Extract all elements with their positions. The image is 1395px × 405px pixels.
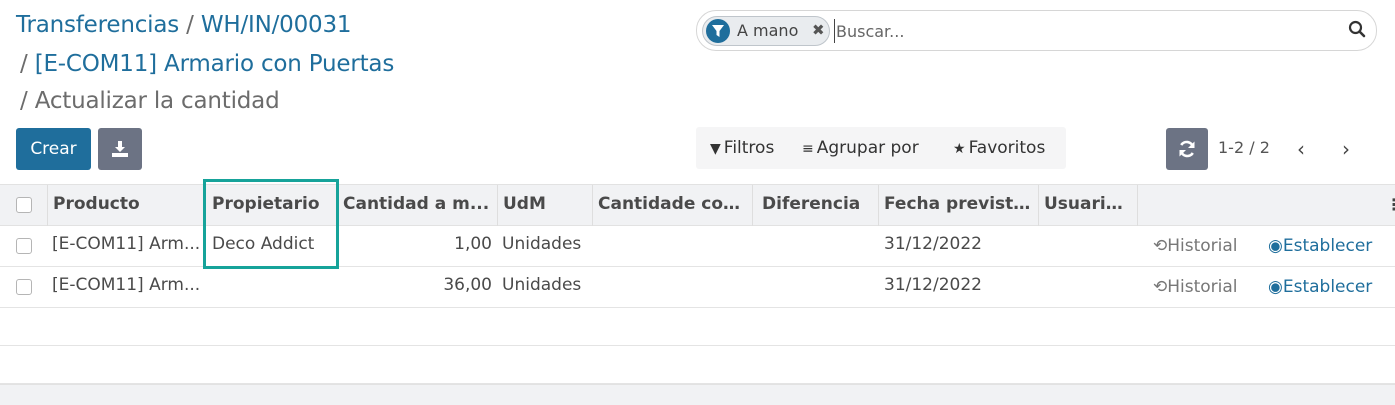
filter-icon [706, 19, 730, 43]
cell-date[interactable]: 31/12/2022 [884, 275, 982, 295]
cell-product[interactable]: [E-COM11] Arm... [52, 275, 200, 295]
history-icon: ⟲ [1153, 277, 1168, 297]
favorites-label: Favoritos [968, 138, 1046, 158]
filter-icon: ▼ [710, 141, 721, 157]
download-icon [112, 141, 128, 157]
history-button[interactable]: ⟲Historial [1153, 277, 1238, 297]
column-header-user[interactable]: Usuario... [1044, 194, 1132, 214]
set-label: Establecer [1282, 236, 1373, 256]
column-header-quantity[interactable]: Cantidad a m... [343, 194, 493, 214]
breadcrumb-transfer-ref[interactable]: WH/IN/00031 [201, 12, 352, 38]
breadcrumb-separator: / [20, 51, 28, 77]
target-icon: ◉ [1268, 277, 1283, 297]
breadcrumb-product[interactable]: [E-COM11] Armario con Puertas [35, 51, 395, 77]
history-icon: ⟲ [1153, 236, 1168, 256]
select-all-checkbox[interactable] [16, 197, 32, 213]
set-button[interactable]: ◉Establecer [1268, 236, 1372, 256]
column-separator [592, 185, 593, 226]
cell-uom[interactable]: Unidades [502, 275, 581, 295]
history-label: Historial [1167, 236, 1238, 256]
target-icon: ◉ [1268, 236, 1283, 256]
page-title: Actualizar la cantidad [34, 88, 280, 114]
cell-uom[interactable]: Unidades [502, 234, 581, 254]
table-row[interactable]: [E-COM11] Arm... 36,00 Unidades 31/12/20… [0, 267, 1395, 308]
search-icon[interactable] [1348, 20, 1366, 42]
column-separator [752, 185, 753, 226]
column-header-uom[interactable]: UdM [503, 194, 589, 214]
cell-date[interactable]: 31/12/2022 [884, 234, 982, 254]
facet-remove-icon[interactable]: ✖ [812, 21, 825, 39]
facet-label: A mano [737, 21, 799, 40]
filters-label: Filtros [723, 138, 775, 158]
pager-value[interactable]: 1-2 / 2 [1218, 138, 1270, 157]
star-icon: ★ [953, 141, 966, 157]
column-separator [497, 185, 498, 226]
pager-next-button[interactable]: › [1342, 137, 1350, 161]
history-button[interactable]: ⟲Historial [1153, 236, 1238, 256]
column-header-date[interactable]: Fecha prevista... [884, 194, 1034, 214]
refresh-button[interactable] [1166, 128, 1208, 170]
breadcrumb-separator: / [186, 12, 194, 38]
refresh-icon [1179, 140, 1195, 158]
page: Transferencias / WH/IN/00031 / [E-COM11]… [0, 0, 1395, 405]
column-separator [47, 185, 48, 226]
filters-button[interactable]: ▼ Filtros [710, 138, 774, 158]
table-footer [0, 384, 1395, 405]
groupby-button[interactable]: ≡ Agrupar por [802, 138, 919, 158]
download-button[interactable] [98, 128, 142, 170]
highlight-box [203, 179, 339, 269]
breadcrumb-transferencias[interactable]: Transferencias [16, 12, 179, 38]
column-separator [1038, 185, 1039, 226]
create-button[interactable]: Crear [16, 128, 91, 170]
breadcrumb-line-3: / Actualizar la cantidad [20, 88, 280, 114]
empty-row [0, 308, 1395, 346]
cell-quantity[interactable]: 1,00 [343, 234, 492, 254]
set-button[interactable]: ◉Establecer [1268, 277, 1372, 297]
optional-columns-icon[interactable]: ⋮ [1386, 195, 1395, 214]
groupby-label: Agrupar por [816, 138, 919, 158]
column-header-difference[interactable]: Diferencia [762, 194, 874, 214]
list-icon: ≡ [802, 141, 814, 157]
row-checkbox[interactable] [16, 279, 32, 295]
cell-quantity[interactable]: 36,00 [343, 275, 492, 295]
column-separator [878, 185, 879, 226]
cell-product[interactable]: [E-COM11] Arm... [52, 234, 200, 254]
search-facet[interactable]: A mano ✖ [702, 16, 830, 46]
pager-prev-button[interactable]: ‹ [1297, 137, 1305, 161]
column-header-product[interactable]: Producto [53, 194, 197, 214]
breadcrumb-separator: / [20, 88, 28, 114]
history-label: Historial [1167, 277, 1238, 297]
empty-row [0, 346, 1395, 384]
favorites-button[interactable]: ★ Favoritos [953, 138, 1045, 158]
row-checkbox[interactable] [16, 238, 32, 254]
set-label: Establecer [1282, 277, 1373, 297]
breadcrumb-line-2: / [E-COM11] Armario con Puertas [20, 51, 394, 77]
search-bar: A mano ✖ [696, 10, 1377, 51]
breadcrumb: Transferencias / WH/IN/00031 [16, 12, 352, 38]
column-header-counted[interactable]: Cantidade con... [598, 194, 748, 214]
search-input[interactable] [834, 19, 1314, 43]
column-separator [1137, 185, 1138, 226]
filter-bar: ▼ Filtros ≡ Agrupar por ★ Favoritos [696, 127, 1066, 169]
